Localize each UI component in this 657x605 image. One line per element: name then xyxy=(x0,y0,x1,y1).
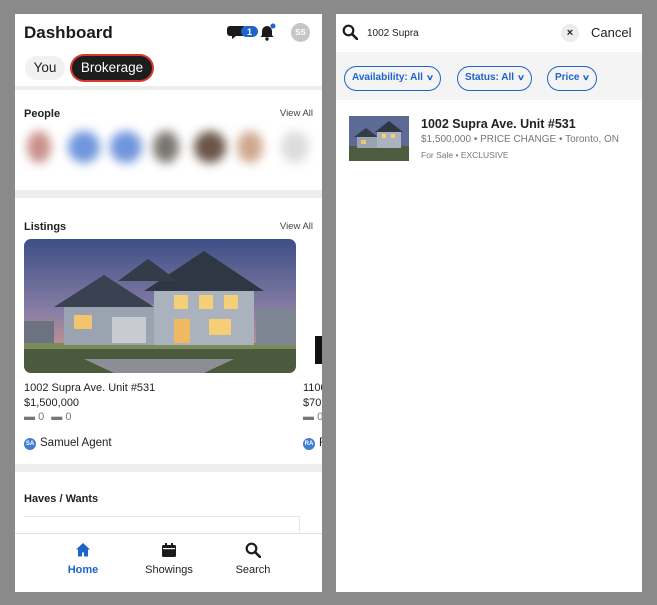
haves-wants-section: Haves / Wants xyxy=(15,472,322,533)
bath-icon: ▬ xyxy=(51,411,63,423)
person-avatar[interactable] xyxy=(68,131,100,163)
search-bar: × Cancel xyxy=(336,14,642,52)
filter-bar: Availability: All ∨ Status: All ∨ Price ∨ xyxy=(336,52,642,100)
person-avatar[interactable] xyxy=(27,131,51,163)
filter-status[interactable]: Status: All ∨ xyxy=(457,66,532,91)
nav-showings-label: Showings xyxy=(145,564,193,576)
people-view-all-link[interactable]: View All xyxy=(280,108,313,119)
person-avatar[interactable] xyxy=(153,131,179,163)
agent-avatar[interactable]: SA xyxy=(24,438,36,450)
nav-search-label: Search xyxy=(235,564,271,576)
bed-icon: ▬ xyxy=(303,411,314,423)
people-title: People xyxy=(24,108,61,120)
chat-icon[interactable]: 1 xyxy=(227,24,259,40)
haves-wants-card[interactable] xyxy=(24,516,300,533)
bath-count: 0 xyxy=(65,411,72,423)
listing-price: $1,500,000 xyxy=(24,397,80,409)
person-avatar[interactable] xyxy=(281,131,309,163)
search-icon xyxy=(245,542,261,558)
listings-section: Listings View All 1002 Supra Ave. Unit #… xyxy=(15,198,322,464)
person-avatar[interactable] xyxy=(237,131,263,163)
filter-price-label: Price xyxy=(555,72,580,83)
dashboard-screen: Dashboard 1 SS You Brokerage People View… xyxy=(15,14,322,592)
listing-address[interactable]: 1002 Supra Ave. Unit #531 xyxy=(24,382,155,394)
listing-address[interactable]: 1100 xyxy=(303,382,322,394)
dashboard-header: Dashboard 1 SS You Brokerage xyxy=(15,14,322,86)
bed-count: 0 xyxy=(38,411,45,423)
search-icon xyxy=(342,24,358,40)
listing-meta: ▬ 0 xyxy=(303,411,322,423)
search-screen: × Cancel Availability: All∨ Status: All∨… xyxy=(336,14,642,592)
filter-status-label: Status: All xyxy=(465,72,515,83)
chevron-down-icon: ∨ xyxy=(582,73,591,82)
bed-count: 0 xyxy=(317,411,322,423)
agent-name[interactable]: Samuel Agent xyxy=(40,437,112,449)
listing-photo[interactable] xyxy=(24,239,296,373)
filter-availability[interactable]: Availability: All ∨ xyxy=(344,66,441,91)
page-title: Dashboard xyxy=(24,23,113,42)
avatar[interactable]: SS xyxy=(291,23,310,42)
bell-icon[interactable] xyxy=(260,23,276,41)
filter-availability-label: Availability: All xyxy=(352,72,423,83)
listing-meta: ▬ 0 ▬ 0 xyxy=(24,411,71,423)
search-input[interactable] xyxy=(367,24,547,42)
listing-price: $70 xyxy=(303,397,322,409)
person-avatar[interactable] xyxy=(110,131,142,163)
chevron-down-icon: ∨ xyxy=(425,73,434,82)
nav-showings[interactable]: Showings xyxy=(134,542,204,576)
result-title: 1002 Supra Ave. Unit #531 xyxy=(421,117,576,131)
result-thumbnail xyxy=(349,116,409,161)
clear-search-button[interactable]: × xyxy=(561,24,579,42)
agent-avatar[interactable]: RA xyxy=(303,438,315,450)
tab-brokerage[interactable]: Brokerage xyxy=(72,56,152,80)
nav-home[interactable]: Home xyxy=(48,542,118,576)
tab-you[interactable]: You xyxy=(25,56,65,80)
people-section: People View All xyxy=(15,90,322,190)
haves-wants-title: Haves / Wants xyxy=(24,493,99,505)
nav-search[interactable]: Search xyxy=(218,542,288,576)
calendar-icon xyxy=(162,543,176,557)
filter-price[interactable]: Price ∨ xyxy=(547,66,598,91)
agent-name[interactable]: F xyxy=(319,437,322,449)
chevron-down-icon: ∨ xyxy=(516,73,526,82)
carousel-edge xyxy=(315,336,322,364)
home-icon xyxy=(76,543,90,557)
listings-view-all-link[interactable]: View All xyxy=(280,221,313,232)
nav-home-label: Home xyxy=(67,564,99,576)
bed-icon: ▬ xyxy=(24,411,35,423)
person-avatar[interactable] xyxy=(194,131,226,163)
listings-title: Listings xyxy=(24,221,67,233)
result-subtitle: $1,500,000 • PRICE CHANGE • Toronto, ON xyxy=(421,134,620,145)
cancel-button[interactable]: Cancel xyxy=(591,25,631,40)
result-tags: For Sale • EXCLUSIVE xyxy=(421,150,509,160)
search-result-item[interactable]: 1002 Supra Ave. Unit #531 $1,500,000 • P… xyxy=(336,100,642,161)
chat-badge: 1 xyxy=(247,27,252,37)
bottom-nav: Home Showings Search xyxy=(15,533,322,592)
